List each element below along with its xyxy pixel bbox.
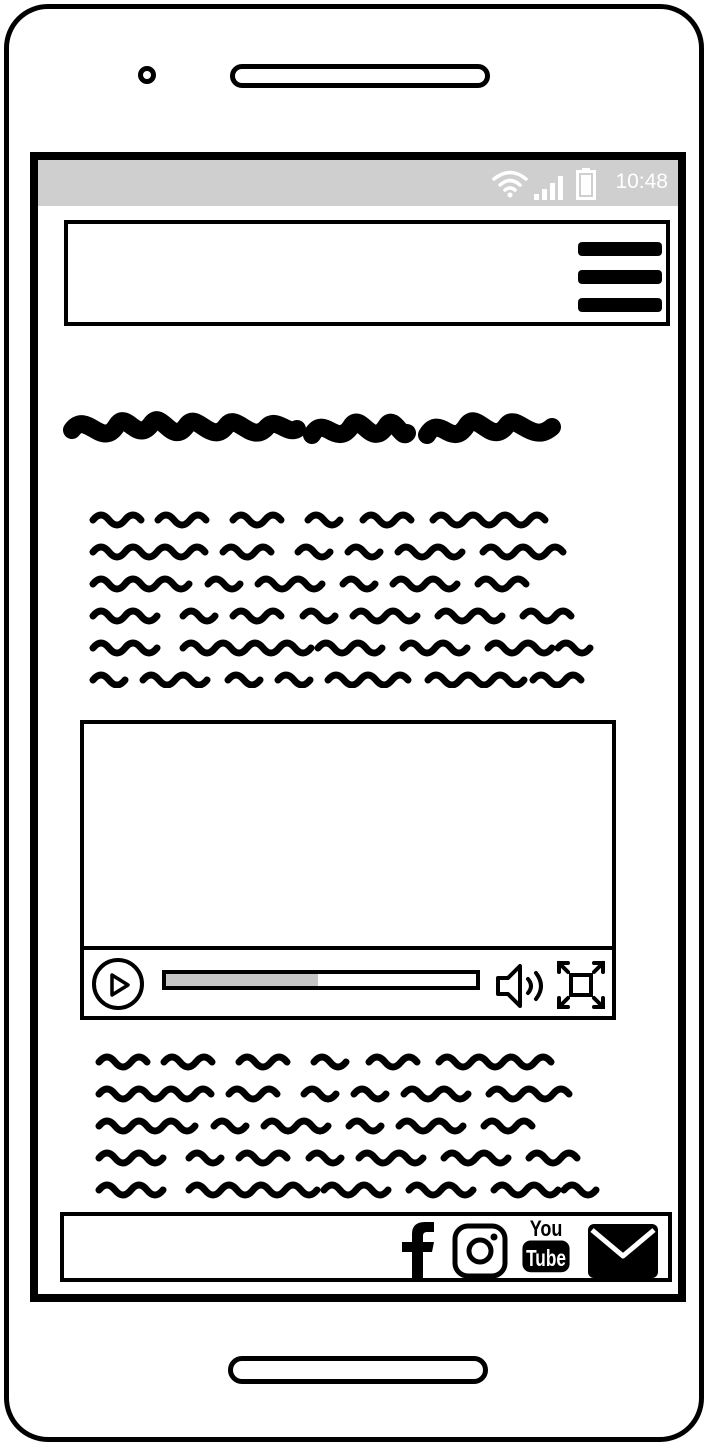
video-progress-bar[interactable] <box>162 970 480 990</box>
facebook-icon[interactable] <box>398 1222 438 1280</box>
battery-icon <box>576 168 596 200</box>
home-button[interactable] <box>228 1356 488 1384</box>
intro-paragraph-scribble <box>89 511 594 688</box>
instagram-icon[interactable] <box>452 1222 508 1280</box>
earpiece-speaker <box>230 64 490 88</box>
video-controls <box>84 946 612 1016</box>
youtube-icon[interactable]: You Tube <box>518 1216 574 1274</box>
body-paragraph-scribble <box>95 1053 600 1199</box>
phone-screen: 10:48 You Tube <box>30 152 686 1302</box>
video-viewport[interactable] <box>84 724 612 946</box>
signal-icon <box>534 176 563 200</box>
svg-text:Tube: Tube <box>526 1245 566 1271</box>
front-camera <box>138 66 156 84</box>
video-progress-fill <box>166 974 318 986</box>
video-player[interactable] <box>80 720 616 1020</box>
svg-text:You: You <box>530 1216 563 1241</box>
site-footer: You Tube <box>60 1212 672 1282</box>
site-header <box>64 220 670 326</box>
fullscreen-icon[interactable] <box>556 960 606 1010</box>
volume-icon[interactable] <box>494 962 548 1010</box>
status-bar: 10:48 <box>38 160 678 206</box>
status-time: 10:48 <box>615 170 668 193</box>
wifi-icon <box>492 170 528 198</box>
hamburger-menu-icon[interactable] <box>578 242 662 312</box>
page-heading-scribble <box>63 411 561 444</box>
play-button[interactable] <box>92 958 144 1010</box>
play-icon <box>110 973 130 997</box>
email-icon[interactable] <box>588 1222 658 1280</box>
